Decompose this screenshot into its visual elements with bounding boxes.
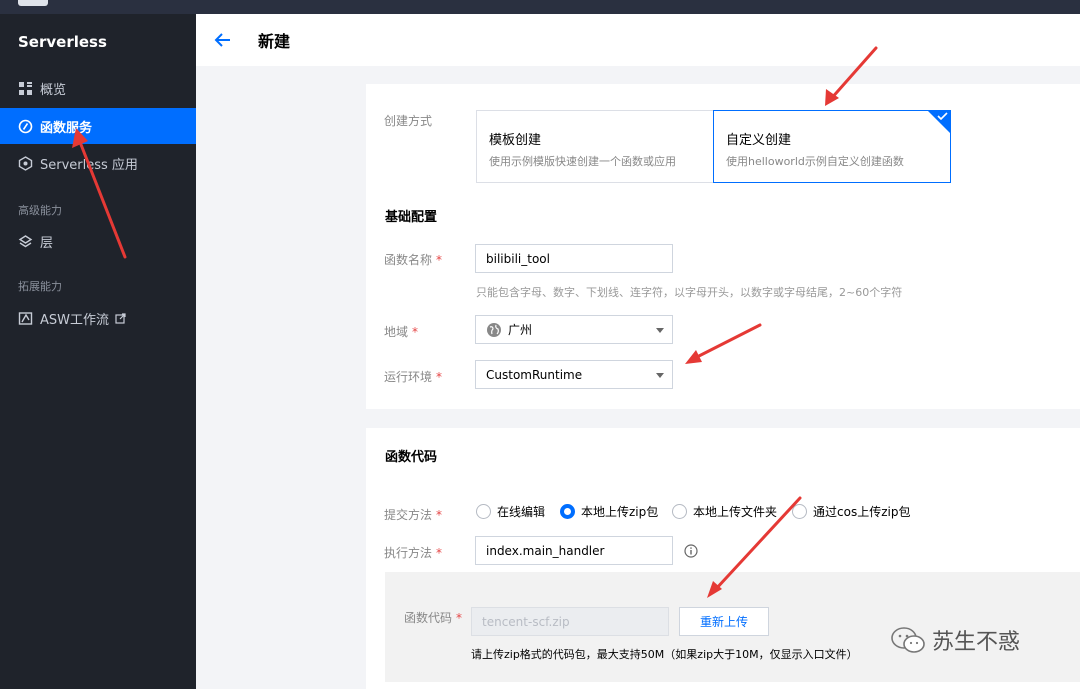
chevron-down-icon [656,372,664,378]
option-desc: 使用helloworld示例自定义创建函数 [726,155,904,168]
custom-create-option[interactable]: 自定义创建 使用helloworld示例自定义创建函数 [713,110,951,183]
chevron-down-icon [656,327,664,333]
function-name-label: 函数名称 * [384,253,443,267]
upload-tip: 请上传zip格式的代码包，最大支持50M（如果zip大于10M，仅显示入口文件） [471,648,858,661]
function-name-input[interactable]: bilibili_tool [475,244,673,273]
globe-icon [486,322,502,338]
radio-local-zip[interactable]: 本地上传zip包 [560,503,658,520]
radio-icon [792,504,807,519]
logo [18,0,48,6]
info-icon[interactable] [684,544,698,558]
sidebar-item-label: 概览 [40,82,67,98]
sidebar-item-label: ASW工作流 [40,312,109,328]
radio-icon [476,504,491,519]
package-label: 函数代码 * [404,611,463,625]
radio-checked-icon [560,504,575,519]
sidebar-item-label: Serverless 应用 [40,157,138,173]
radio-icon [672,504,687,519]
region-label: 地域 * [384,325,419,339]
runtime-select[interactable]: CustomRuntime [475,360,673,389]
reupload-button[interactable]: 重新上传 [679,607,769,636]
handler-input[interactable]: index.main_handler [475,536,673,565]
workflow-icon [18,311,33,326]
handler-label: 执行方法 * [384,546,443,560]
sidebar-item-functions[interactable]: 函数服务 [0,108,196,144]
page-header: 新建 [196,14,1080,66]
watermark-text: 苏生不惑 [932,630,1021,655]
wechat-icon [891,627,925,653]
option-title: 模板创建 [489,133,542,148]
grid-icon [18,81,33,96]
app-icon [18,155,33,171]
create-method-label: 创建方式 [384,114,433,128]
sidebar-item-label: 函数服务 [40,120,93,136]
page-title: 新建 [258,32,291,51]
function-code-title: 函数代码 [385,450,438,465]
package-input: tencent-scf.zip [471,607,669,636]
watermark: 苏生不惑 [890,624,1020,656]
radio-online-edit[interactable]: 在线编辑 [476,503,545,520]
option-title: 自定义创建 [726,133,792,148]
sidebar-item-serverless-app[interactable]: Serverless 应用 [0,145,196,181]
function-icon [18,119,33,134]
template-create-option[interactable]: 模板创建 使用示例模版快速创建一个函数或应用 [476,110,714,183]
check-icon [937,112,948,120]
radio-cos-zip[interactable]: 通过cos上传zip包 [792,503,910,520]
sidebar-group-extend: 拓展能力 [18,280,62,293]
layers-icon [18,234,33,249]
sidebar-item-asw[interactable]: ASW工作流 [0,300,196,336]
option-desc: 使用示例模版快速创建一个函数或应用 [489,155,676,168]
submit-method-label: 提交方法 * [384,508,443,522]
sidebar-item-overview[interactable]: 概览 [0,70,196,106]
back-arrow-icon[interactable] [214,29,232,51]
radio-local-folder[interactable]: 本地上传文件夹 [672,503,777,520]
basic-config-title: 基础配置 [385,210,438,225]
sidebar: Serverless 概览 函数服务 Serverless 应用 高级能力 层 … [0,14,196,689]
sidebar-group-advanced: 高级能力 [18,204,62,217]
sidebar-item-label: 层 [40,235,54,251]
sidebar-item-layer[interactable]: 层 [0,223,196,259]
function-name-hint: 只能包含字母、数字、下划线、连字符，以字母开头，以数字或字母结尾，2~60个字符 [476,286,903,299]
external-link-icon [115,312,126,324]
region-select[interactable]: 广州 [475,315,673,344]
runtime-label: 运行环境 * [384,370,443,384]
top-bar [0,0,1080,14]
sidebar-title: Serverless [18,33,107,51]
